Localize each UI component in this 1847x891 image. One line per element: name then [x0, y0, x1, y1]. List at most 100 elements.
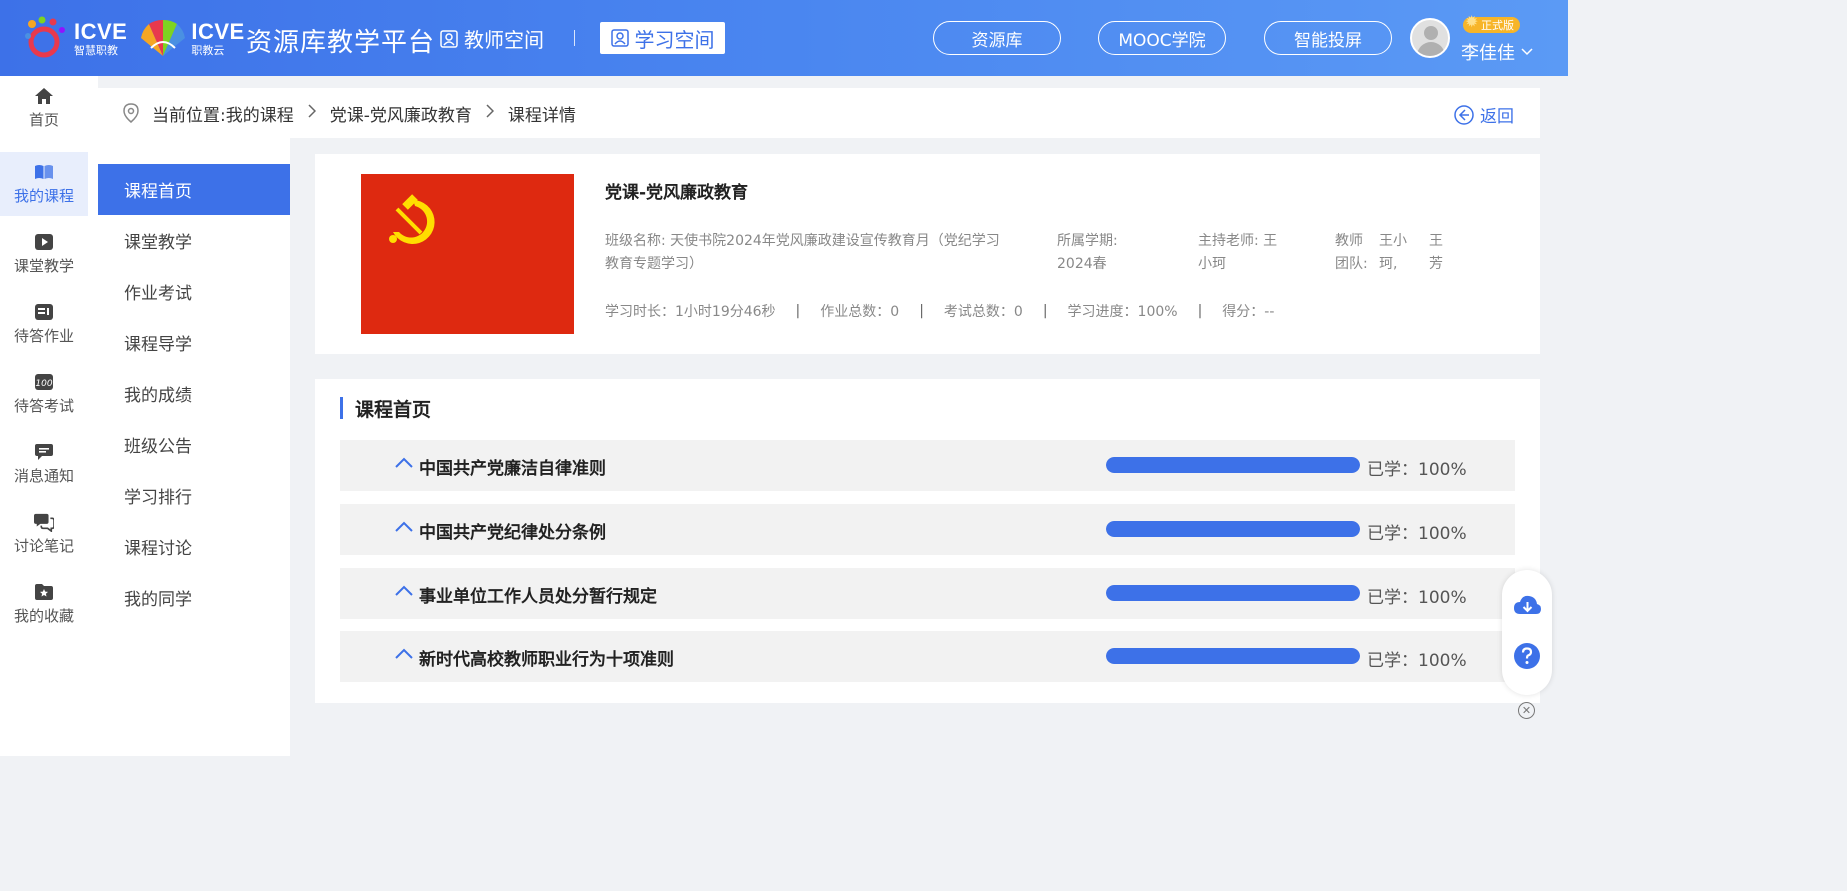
course-stats: 学习时长：1小时19分46秒 | 作业总数：0 | 考试总数：0 | 学习进度：… — [605, 301, 1274, 321]
chapter-row[interactable]: 事业单位工作人员处分暂行规定 已学：100% — [340, 568, 1515, 619]
download-icon[interactable] — [1512, 592, 1542, 622]
video-icon — [34, 232, 54, 252]
sidebar-item-home[interactable]: 首页 — [0, 76, 88, 140]
menu-item-announcements[interactable]: 班级公告 — [98, 419, 290, 470]
breadcrumb-my-courses[interactable]: 我的课程 — [226, 101, 294, 126]
header-divider — [574, 30, 575, 46]
badge-label: 正式版 — [1481, 19, 1514, 32]
study-space-icon — [610, 29, 629, 47]
teacher-space-link[interactable]: 教师空间 — [440, 24, 544, 53]
team-member: 王芳 — [1429, 233, 1443, 272]
chevron-up-icon[interactable] — [394, 454, 414, 474]
chevron-right-icon — [486, 103, 494, 123]
back-button[interactable]: 返回 — [1454, 102, 1514, 127]
menu-item-discussion[interactable]: 课程讨论 — [98, 521, 290, 572]
sidebar-item-discussion-notes[interactable]: 讨论笔记 — [0, 502, 88, 566]
message-icon — [34, 442, 54, 462]
chapter-row[interactable]: 中国共产党廉洁自律准则 已学：100% — [340, 440, 1515, 491]
menu-item-ranking[interactable]: 学习排行 — [98, 470, 290, 521]
progress-bar — [1106, 521, 1360, 537]
chapter-row[interactable]: 新时代高校教师职业行为十项准则 已学：100% — [340, 631, 1515, 682]
stat-divider: | — [1197, 303, 1203, 319]
sidebar-item-label: 消息通知 — [13, 467, 74, 485]
sidebar-item-pending-exam[interactable]: 100 待答考试 — [0, 362, 88, 426]
help-icon[interactable] — [1513, 642, 1541, 670]
logo-area[interactable]: ICVE 智慧职教 ICVE 职教云 — [22, 14, 245, 62]
stat-exams: 考试总数：0 — [943, 304, 1023, 320]
sidebar-item-label: 讨论笔记 — [13, 537, 74, 555]
chapter-title: 中国共产党纪律处分条例 — [419, 523, 606, 543]
menu-item-course-guide[interactable]: 课程导学 — [98, 317, 290, 368]
progress-bar — [1106, 585, 1360, 601]
breadcrumb-prefix: 当前位置: — [152, 105, 226, 126]
sidebar-item-classroom[interactable]: 课堂教学 — [0, 222, 88, 286]
chapter-panel: 课程首页 中国共产党廉洁自律准则 已学：100% 中国共产党纪律处分条例 已学：… — [315, 379, 1540, 703]
nav-smart-projection[interactable]: 智能投屏 — [1264, 21, 1392, 55]
chevron-up-icon[interactable] — [394, 582, 414, 602]
sidebar-item-pending-homework[interactable]: 待答作业 — [0, 292, 88, 356]
teacher-space-icon — [440, 29, 458, 48]
back-arrow-icon — [1454, 104, 1474, 125]
nav-resource-library[interactable]: 资源库 — [933, 21, 1061, 55]
status-badge: ✹ 正式版 — [1463, 12, 1520, 33]
icve-logo-mark — [22, 16, 70, 60]
menu-item-classroom[interactable]: 课堂教学 — [98, 215, 290, 266]
progress-label: 已学：100% — [1367, 524, 1467, 544]
chapter-row[interactable]: 中国共产党纪律处分条例 已学：100% — [340, 504, 1515, 555]
chevron-down-icon — [1521, 48, 1533, 56]
chapter-title: 新时代高校教师职业行为十项准则 — [419, 650, 674, 670]
progress-bar — [1106, 457, 1360, 473]
sidebar-item-label: 课堂教学 — [13, 257, 74, 275]
zhijiaoyun-logo-mark — [139, 18, 187, 58]
top-header: ICVE 智慧职教 ICVE 职教云 资源库教学平台 教师空间 学习空间 资源库… — [0, 0, 1568, 76]
avatar[interactable] — [1410, 18, 1450, 58]
team-member: 王小珂, — [1379, 233, 1407, 272]
svg-text:100: 100 — [35, 379, 52, 389]
sidebar-item-label: 待答考试 — [13, 397, 74, 415]
stat-divider: | — [1042, 303, 1048, 319]
menu-item-classmates[interactable]: 我的同学 — [98, 572, 290, 623]
menu-item-course-home[interactable]: 课程首页 — [98, 164, 290, 215]
sidebar-item-my-courses[interactable]: 我的课程 — [0, 152, 88, 216]
sidebar-item-favorites[interactable]: 我的收藏 — [0, 572, 88, 636]
zhijiaoyun-logo-text: ICVE 职教云 — [191, 18, 245, 57]
course-menu: 课程首页 课堂教学 作业考试 课程导学 我的成绩 班级公告 学习排行 课程讨论 … — [98, 138, 290, 756]
stat-score: 得分：-- — [1222, 304, 1275, 320]
course-cover-image[interactable] — [361, 174, 574, 334]
sidebar-item-label: 首页 — [28, 111, 59, 129]
teacher-space-label: 教师空间 — [464, 28, 544, 52]
stat-divider: | — [919, 303, 924, 319]
nav-mooc[interactable]: MOOC学院 — [1098, 21, 1226, 55]
study-space-link[interactable]: 学习空间 — [600, 22, 725, 54]
icve-logo-text: ICVE 智慧职教 — [74, 18, 128, 57]
user-menu[interactable]: 李佳佳 — [1461, 39, 1533, 65]
host-teacher: 主持老师: 王小珂 — [1198, 233, 1278, 272]
hammer-sickle-icon — [389, 194, 435, 244]
progress-bar — [1106, 648, 1360, 664]
close-icon[interactable]: ✕ — [1518, 702, 1535, 719]
home-icon — [34, 86, 54, 106]
menu-item-my-grades[interactable]: 我的成绩 — [98, 368, 290, 419]
chevron-up-icon[interactable] — [394, 645, 414, 665]
study-space-label: 学习空间 — [634, 27, 715, 52]
progress-label: 已学：100% — [1367, 460, 1467, 480]
badge-star-icon: ✹ — [1465, 12, 1479, 31]
discussion-icon — [34, 512, 54, 532]
username: 李佳佳 — [1461, 43, 1515, 64]
sidebar-item-messages[interactable]: 消息通知 — [0, 432, 88, 496]
menu-item-homework-exam[interactable]: 作业考试 — [98, 266, 290, 317]
chevron-right-icon — [308, 103, 316, 123]
homework-icon — [34, 302, 54, 322]
semester: 所属学期: 2024春 — [1057, 233, 1118, 272]
chevron-up-icon[interactable] — [394, 518, 414, 538]
favorite-icon — [34, 582, 54, 602]
chapter-title: 事业单位工作人员处分暂行规定 — [419, 587, 657, 607]
stat-duration: 学习时长：1小时19分46秒 — [605, 304, 776, 320]
book-icon — [34, 162, 54, 182]
exam-icon: 100 — [34, 372, 54, 392]
breadcrumb-course[interactable]: 党课-党风廉政教育 — [330, 101, 472, 126]
course-title: 党课-党风廉政教育 — [605, 183, 749, 203]
stat-divider: | — [795, 303, 801, 319]
sidebar-item-label: 我的课程 — [13, 187, 74, 205]
chapter-title: 中国共产党廉洁自律准则 — [419, 459, 606, 479]
